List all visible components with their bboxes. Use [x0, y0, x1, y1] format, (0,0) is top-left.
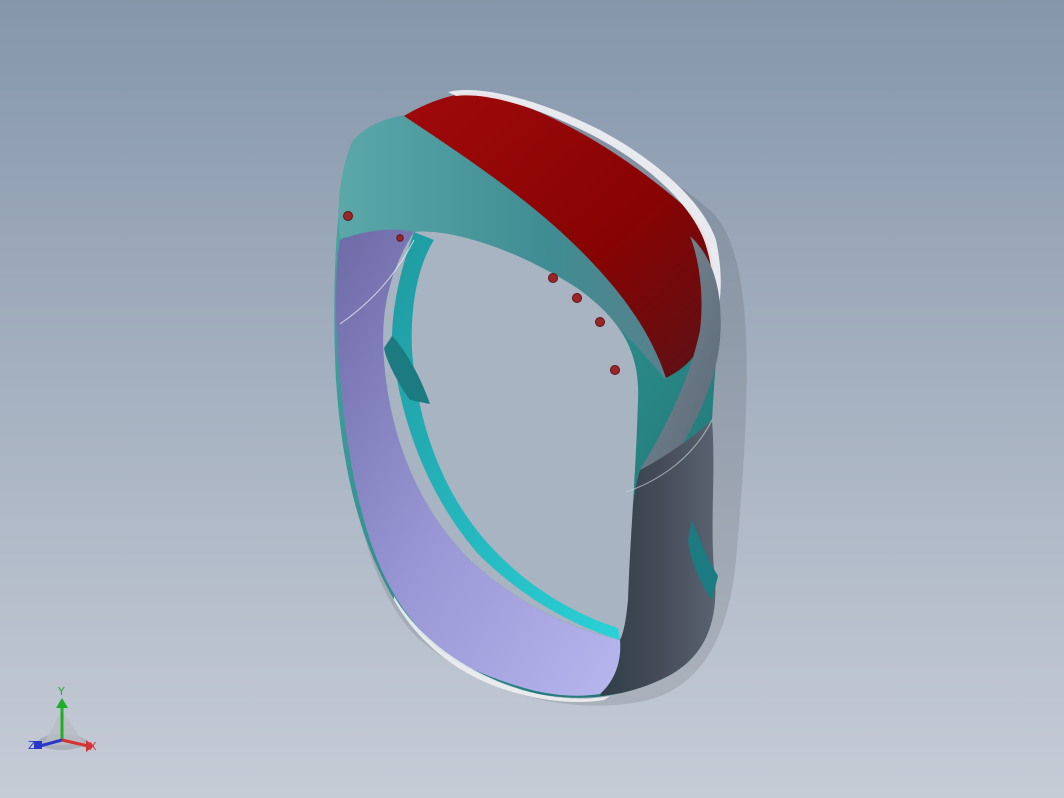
ring-3d-model[interactable] — [0, 0, 1064, 798]
triad-y-arrow — [56, 698, 68, 708]
pin-hole — [343, 211, 353, 221]
pin-hole — [610, 365, 620, 375]
pin-hole — [572, 293, 582, 303]
triad-x-label: X — [89, 740, 97, 753]
triad-y-label: Y — [58, 685, 65, 698]
pin-hole — [548, 273, 558, 283]
triad-z-label: Z — [28, 739, 36, 752]
graphics-viewport[interactable]: Y Z X — [0, 0, 1064, 798]
reference-triad[interactable]: Y Z X — [22, 684, 112, 764]
pin-hole — [595, 317, 605, 327]
pin-hole — [396, 234, 404, 242]
triad-graphic — [34, 698, 94, 752]
